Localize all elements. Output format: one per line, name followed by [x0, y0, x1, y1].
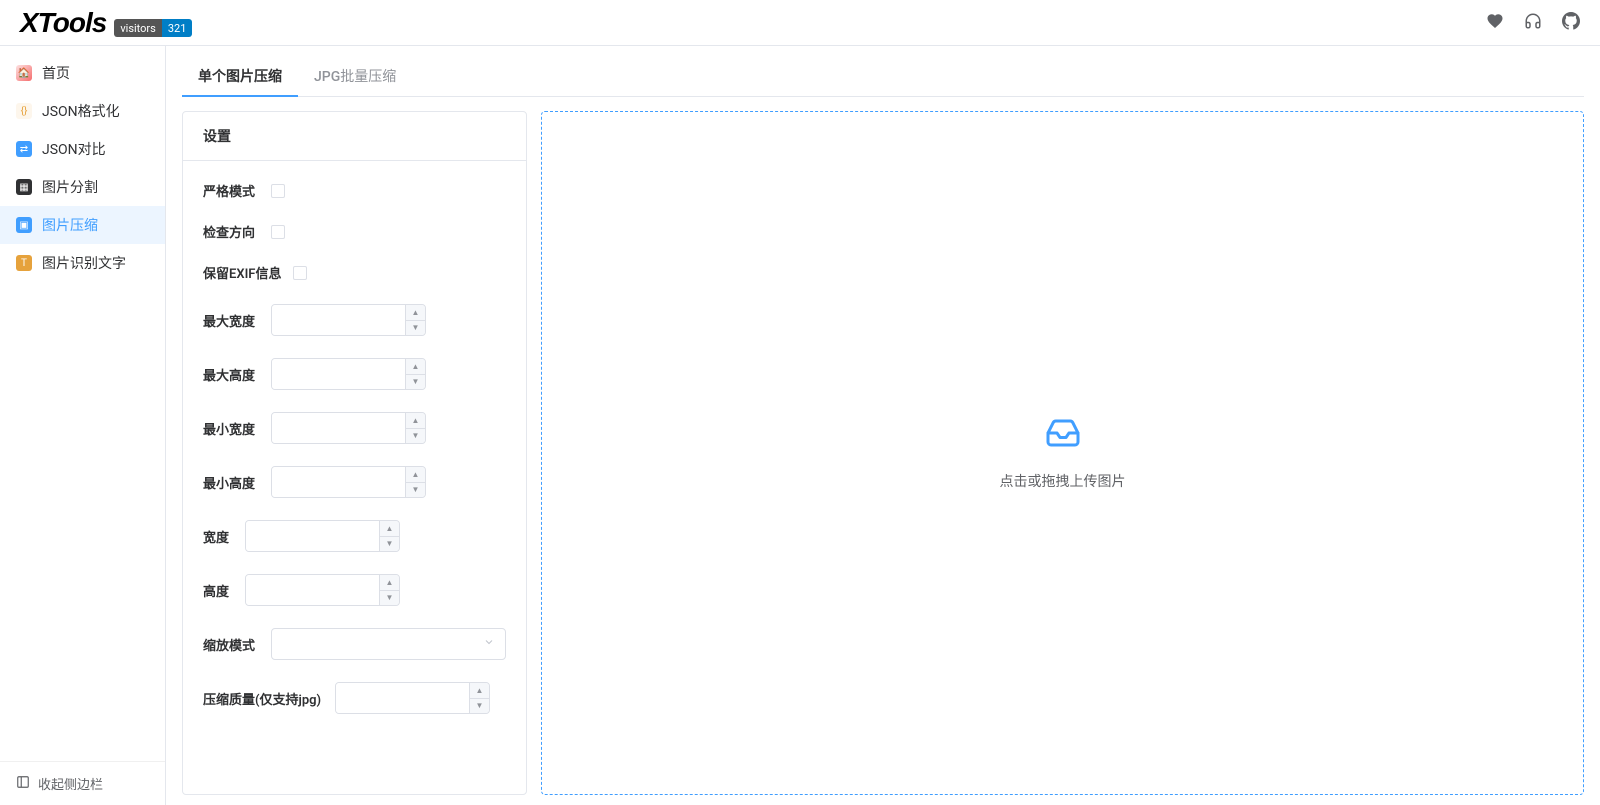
image-split-icon: ▦	[16, 179, 32, 195]
strict-mode-checkbox[interactable]	[271, 184, 285, 198]
tab-single-compress[interactable]: 单个图片压缩	[182, 56, 298, 96]
height-input[interactable]: ▲▼	[245, 574, 400, 606]
keep-exif-checkbox[interactable]	[293, 266, 307, 280]
stepper-down-icon[interactable]: ▼	[406, 429, 425, 444]
sidebar: 🏠 首页 {} JSON格式化 ⇄ JSON对比 ▦ 图片分割 ▣ 图片压缩 T	[0, 46, 166, 805]
sidebar-item-image-ocr[interactable]: T 图片识别文字	[0, 244, 165, 282]
check-orientation-label: 检查方向	[203, 222, 259, 241]
settings-title: 设置	[183, 112, 526, 161]
stepper-up-icon[interactable]: ▲	[406, 359, 425, 375]
stepper-down-icon[interactable]: ▼	[406, 375, 425, 390]
visitors-badge: visitors 321	[114, 19, 192, 37]
sidebar-item-label: JSON对比	[42, 139, 106, 159]
min-height-field[interactable]	[272, 467, 405, 497]
sidebar-item-label: 图片识别文字	[42, 253, 126, 273]
collapse-icon	[16, 775, 30, 793]
min-width-label: 最小宽度	[203, 419, 259, 438]
logo[interactable]: XTools	[20, 7, 106, 39]
collapse-label: 收起侧边栏	[38, 774, 103, 793]
stepper-up-icon[interactable]: ▲	[406, 305, 425, 321]
main-content: 单个图片压缩 JPG批量压缩 设置 严格模式 检查方向	[166, 46, 1600, 805]
sidebar-item-image-compress[interactable]: ▣ 图片压缩	[0, 206, 165, 244]
max-height-input[interactable]: ▲▼	[271, 358, 426, 390]
sidebar-item-json-format[interactable]: {} JSON格式化	[0, 92, 165, 130]
stepper-up-icon[interactable]: ▲	[406, 467, 425, 483]
stepper-down-icon[interactable]: ▼	[406, 321, 425, 336]
min-height-label: 最小高度	[203, 473, 259, 492]
sidebar-item-home[interactable]: 🏠 首页	[0, 54, 165, 92]
tab-batch-compress[interactable]: JPG批量压缩	[298, 56, 412, 96]
max-width-field[interactable]	[272, 305, 405, 335]
sidebar-item-image-split[interactable]: ▦ 图片分割	[0, 168, 165, 206]
width-label: 宽度	[203, 527, 233, 546]
headphones-icon[interactable]	[1524, 12, 1542, 34]
sidebar-item-label: 图片压缩	[42, 215, 98, 235]
sidebar-item-json-diff[interactable]: ⇄ JSON对比	[0, 130, 165, 168]
badge-label: visitors	[114, 19, 162, 37]
stepper-up-icon[interactable]: ▲	[380, 521, 399, 537]
image-compress-icon: ▣	[16, 217, 32, 233]
json-diff-icon: ⇄	[16, 141, 32, 157]
quality-field[interactable]	[336, 683, 469, 713]
stepper-up-icon[interactable]: ▲	[406, 413, 425, 429]
tabs: 单个图片压缩 JPG批量压缩	[182, 56, 1584, 97]
github-icon[interactable]	[1562, 12, 1580, 34]
min-height-input[interactable]: ▲▼	[271, 466, 426, 498]
badge-value: 321	[162, 19, 193, 37]
max-width-input[interactable]: ▲▼	[271, 304, 426, 336]
width-input[interactable]: ▲▼	[245, 520, 400, 552]
dropzone-text: 点击或拖拽上传图片	[1000, 471, 1126, 491]
scale-mode-select[interactable]	[271, 628, 506, 660]
image-ocr-icon: T	[16, 255, 32, 271]
stepper-down-icon[interactable]: ▼	[380, 537, 399, 552]
home-icon: 🏠	[16, 65, 32, 81]
quality-label: 压缩质量(仅支持jpg)	[203, 689, 323, 708]
sidebar-collapse[interactable]: 收起侧边栏	[0, 761, 165, 805]
stepper-down-icon[interactable]: ▼	[406, 483, 425, 498]
settings-panel: 设置 严格模式 检查方向 保留EXIF信息 最大宽度	[182, 111, 527, 795]
max-height-field[interactable]	[272, 359, 405, 389]
scale-mode-label: 缩放模式	[203, 635, 259, 654]
chevron-down-icon	[483, 636, 495, 652]
sidebar-item-label: 图片分割	[42, 177, 98, 197]
check-orientation-checkbox[interactable]	[271, 225, 285, 239]
quality-input[interactable]: ▲▼	[335, 682, 490, 714]
width-field[interactable]	[246, 521, 379, 551]
max-height-label: 最大高度	[203, 365, 259, 384]
strict-mode-label: 严格模式	[203, 181, 259, 200]
json-format-icon: {}	[16, 103, 32, 119]
keep-exif-label: 保留EXIF信息	[203, 263, 281, 282]
sidebar-item-label: JSON格式化	[42, 101, 120, 121]
header: XTools visitors 321	[0, 0, 1600, 46]
stepper-down-icon[interactable]: ▼	[380, 591, 399, 606]
sidebar-item-label: 首页	[42, 63, 70, 83]
stepper-up-icon[interactable]: ▲	[380, 575, 399, 591]
height-field[interactable]	[246, 575, 379, 605]
height-label: 高度	[203, 581, 233, 600]
heart-icon[interactable]	[1486, 12, 1504, 34]
upload-dropzone[interactable]: 点击或拖拽上传图片	[541, 111, 1584, 795]
stepper-down-icon[interactable]: ▼	[470, 699, 489, 714]
inbox-icon	[1045, 415, 1081, 455]
min-width-input[interactable]: ▲▼	[271, 412, 426, 444]
min-width-field[interactable]	[272, 413, 405, 443]
max-width-label: 最大宽度	[203, 311, 259, 330]
stepper-up-icon[interactable]: ▲	[470, 683, 489, 699]
